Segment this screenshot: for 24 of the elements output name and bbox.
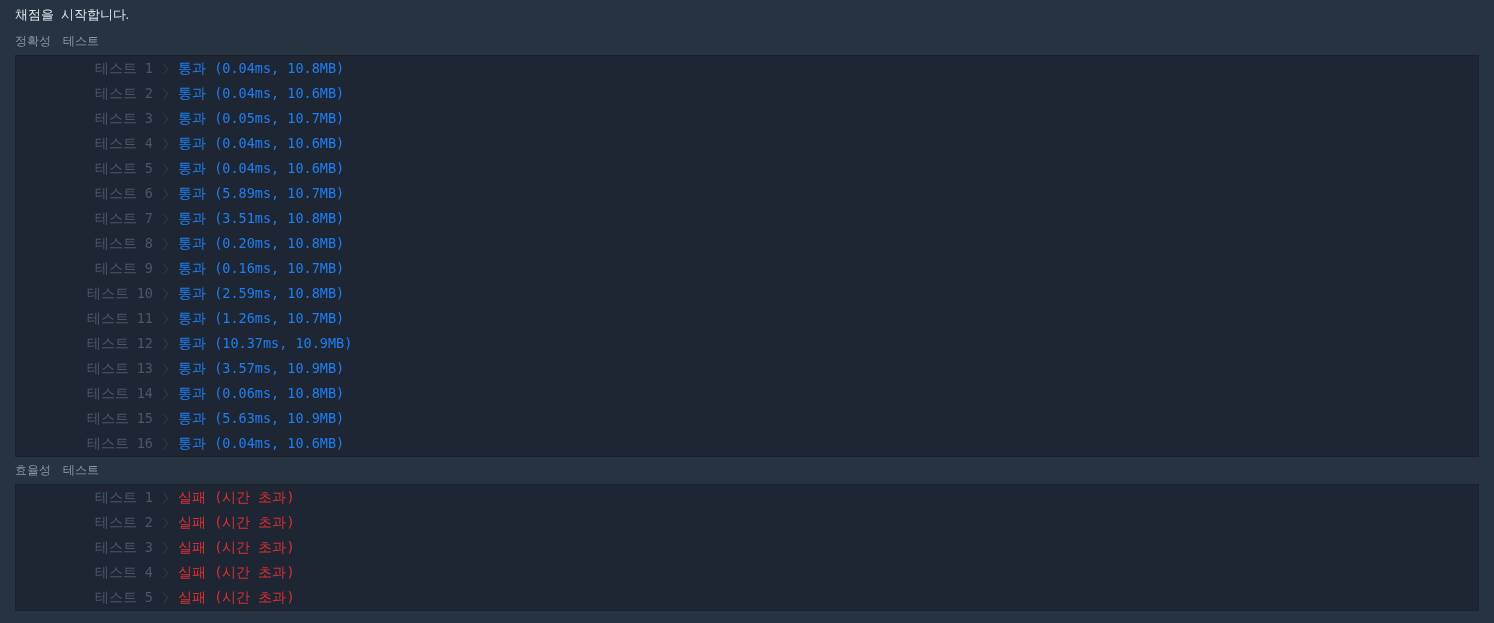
test-result: 통과 (10.37ms, 10.9MB): [178, 334, 353, 354]
test-result: 실패 (시간 초과): [178, 563, 295, 583]
test-result: 통과 (0.04ms, 10.6MB): [178, 84, 345, 104]
grading-message: 채점을 시작합니다.: [15, 6, 130, 24]
test-result: 통과 (0.20ms, 10.8MB): [178, 234, 345, 254]
test-result: 실패 (시간 초과): [178, 538, 295, 558]
section-title: 정확성 테스트: [15, 33, 100, 49]
test-result: 실패 (시간 초과): [178, 488, 295, 508]
test-result: 통과 (5.89ms, 10.7MB): [178, 184, 345, 204]
test-result: 통과 (1.26ms, 10.7MB): [178, 309, 345, 329]
section-title: 효율성 테스트: [15, 462, 100, 478]
test-result: 통과 (0.04ms, 10.6MB): [178, 134, 345, 154]
test-result: 통과 (0.04ms, 10.6MB): [178, 434, 345, 454]
test-result: 통과 (0.16ms, 10.7MB): [178, 259, 345, 279]
test-result: 통과 (0.04ms, 10.6MB): [178, 159, 345, 179]
test-result: 통과 (5.63ms, 10.9MB): [178, 409, 345, 429]
test-result: 통과 (2.59ms, 10.8MB): [178, 284, 345, 304]
test-result: 실패 (시간 초과): [178, 513, 295, 533]
test-result: 통과 (3.57ms, 10.9MB): [178, 359, 345, 379]
test-result: 통과 (0.06ms, 10.8MB): [178, 384, 345, 404]
test-result: 통과 (0.04ms, 10.8MB): [178, 59, 345, 79]
test-result: 통과 (3.51ms, 10.8MB): [178, 209, 345, 229]
test-result: 통과 (0.05ms, 10.7MB): [178, 109, 345, 129]
test-result: 실패 (시간 초과): [178, 588, 295, 608]
